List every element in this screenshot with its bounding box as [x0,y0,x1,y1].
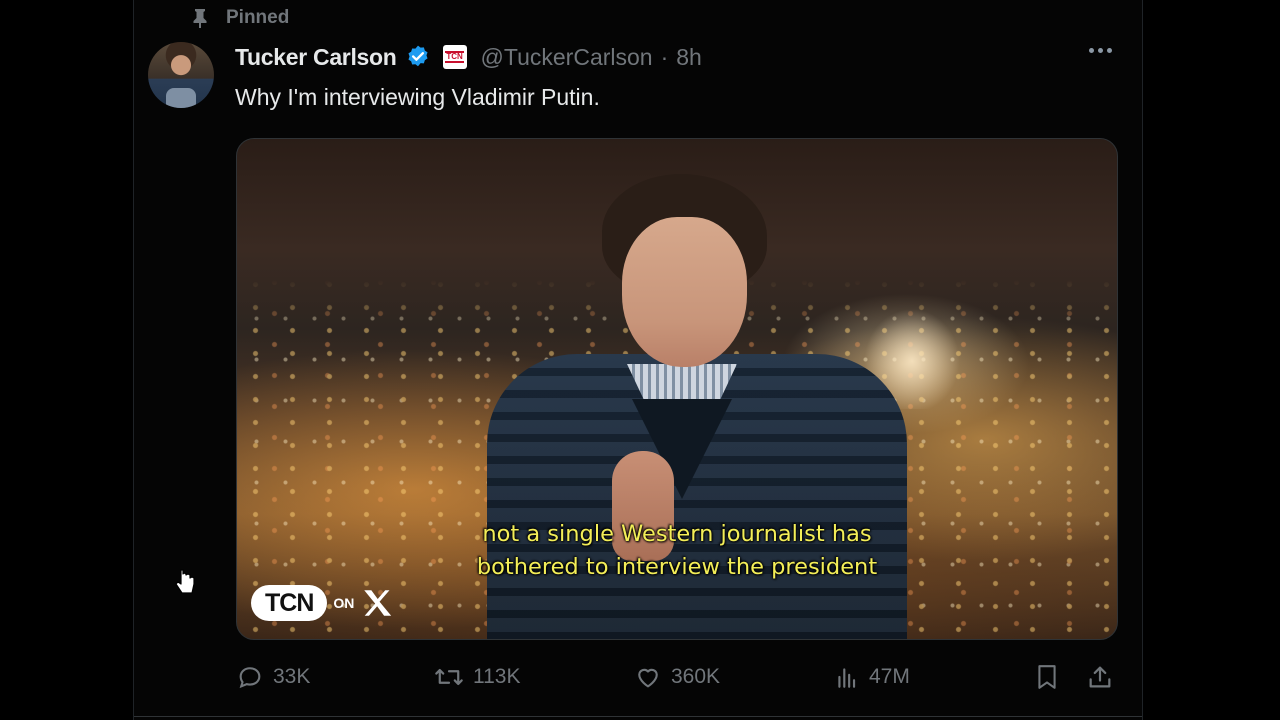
cursor-icon [175,568,197,601]
more-icon[interactable] [1089,48,1112,53]
avatar[interactable] [148,42,214,108]
share-button[interactable] [1086,662,1114,692]
video-player[interactable]: not a single Western journalist has both… [236,138,1118,640]
x-logo-icon [360,586,394,620]
reply-button[interactable]: 33K [236,662,310,692]
views-count: 47M [869,665,910,688]
views-icon [834,663,860,691]
reply-icon [236,663,264,691]
tcn-logo-text: TCN [251,585,328,621]
affiliate-badge[interactable]: TCN [442,45,467,69]
repost-button[interactable]: 113K [434,662,521,692]
post-text: Why I'm interviewing Vladimir Putin. [235,84,600,110]
views-button[interactable]: 47M [834,662,910,692]
share-icon [1086,663,1114,691]
action-bar: 33K 113K 360K 47M [236,662,1116,692]
pin-icon [192,8,208,28]
post-header: Tucker Carlson TCN @TuckerCarlson · 8h [235,42,702,72]
caption-line-1: not a single Western journalist has [482,521,872,547]
timeline-column: Pinned Tucker Carlson TCN @TuckerCarlson… [133,0,1143,720]
handle[interactable]: @TuckerCarlson [481,44,653,71]
bookmark-icon [1034,662,1060,692]
verified-icon[interactable] [405,44,431,70]
pinned-indicator: Pinned [192,7,289,29]
brand-on-text: ON [333,595,355,611]
bookmark-button[interactable] [1034,662,1060,692]
pinned-label: Pinned [226,7,290,28]
repost-icon [434,663,464,691]
like-icon [634,663,662,691]
like-count: 360K [671,665,721,688]
separator-dot: · [660,43,669,70]
caption-line-2: bothered to interview the president [476,554,878,580]
timestamp[interactable]: 8h [676,44,702,71]
like-button[interactable]: 360K [634,662,720,692]
display-name[interactable]: Tucker Carlson [235,44,397,71]
reply-count: 33K [273,665,311,688]
repost-count: 113K [473,665,521,688]
tcn-on-x-logo: TCN ON [251,585,394,621]
video-caption: not a single Western journalist has both… [237,518,1117,584]
